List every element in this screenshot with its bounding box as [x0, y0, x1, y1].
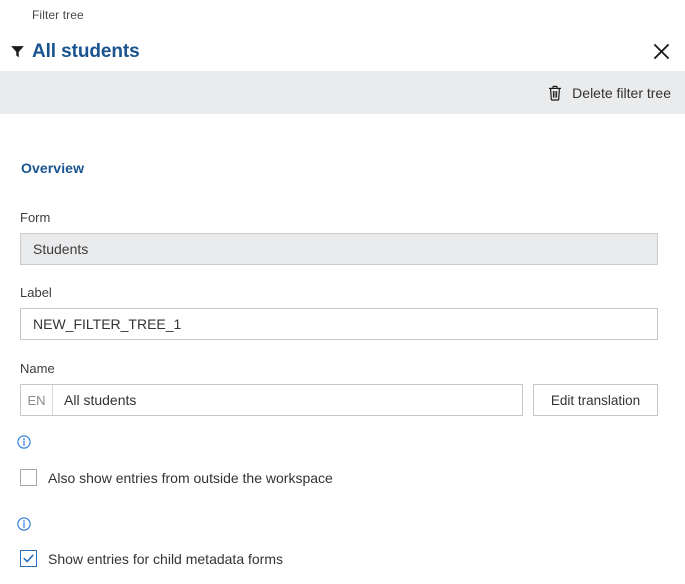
section-title: Overview — [21, 160, 85, 176]
toolbar: Delete filter tree — [0, 71, 685, 114]
breadcrumb: Filter tree — [32, 8, 84, 22]
delete-filter-tree-label: Delete filter tree — [572, 84, 671, 101]
checkbox-outside-workspace[interactable] — [20, 469, 37, 486]
form-field-label: Form — [20, 210, 51, 225]
form-field-input: Students — [20, 233, 658, 265]
info-icon[interactable] — [17, 435, 31, 449]
trash-icon — [547, 84, 562, 101]
label-field-label: Label — [20, 285, 52, 300]
filter-tree-panel: Filter tree All students Delete filter t… — [0, 0, 685, 584]
name-field-label-wrap: Name — [20, 361, 55, 376]
checkbox-child-metadata-forms-label: Show entries for child metadata forms — [48, 550, 283, 567]
name-field-input[interactable]: EN All students — [20, 384, 523, 416]
name-field-row: EN All students Edit translation — [20, 384, 658, 416]
form-field-label-wrap: Form — [20, 210, 50, 225]
info-icon[interactable] — [17, 517, 31, 531]
name-field-value: All students — [64, 392, 137, 408]
page-title: All students — [32, 40, 140, 62]
edit-translation-button[interactable]: Edit translation — [533, 384, 658, 416]
label-field-input[interactable]: NEW_FILTER_TREE_1 — [20, 308, 658, 340]
checkbox-row-outside-workspace[interactable]: Also show entries from outside the works… — [20, 469, 333, 486]
close-icon[interactable] — [648, 39, 674, 65]
language-prefix: EN — [21, 385, 53, 415]
checkbox-child-metadata-forms[interactable] — [20, 550, 37, 567]
filter-icon — [9, 44, 25, 60]
label-field-label-wrap: Label — [20, 285, 52, 300]
form-field-value: Students — [33, 241, 89, 257]
name-field-label: Name — [20, 361, 55, 376]
checkbox-row-child-metadata-forms[interactable]: Show entries for child metadata forms — [20, 550, 283, 567]
edit-translation-label: Edit translation — [550, 392, 641, 408]
label-field-value: NEW_FILTER_TREE_1 — [33, 316, 182, 332]
panel-header: All students — [0, 32, 685, 71]
checkbox-outside-workspace-label: Also show entries from outside the works… — [48, 469, 333, 486]
delete-filter-tree-button[interactable]: Delete filter tree — [547, 84, 671, 101]
